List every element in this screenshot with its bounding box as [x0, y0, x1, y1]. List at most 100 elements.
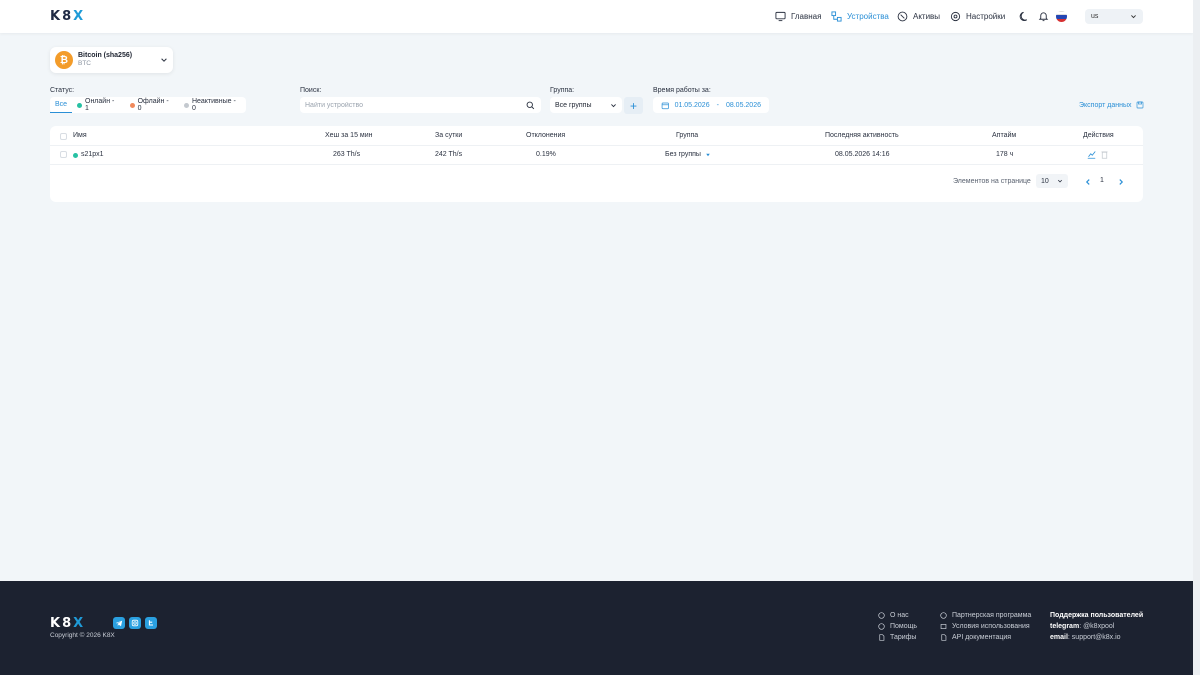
- footer-logo[interactable]: K8X: [50, 616, 85, 631]
- footer-link-tariffs[interactable]: Тарифы: [878, 634, 917, 641]
- select-all-checkbox[interactable]: [60, 133, 67, 140]
- device-rejects: 0.19%: [536, 151, 556, 158]
- info-icon: [878, 612, 885, 619]
- export-data-button[interactable]: Экспорт данных: [1079, 101, 1144, 109]
- copyright: Copyright © 2026 K8X: [50, 632, 115, 639]
- offline-dot-icon: [129, 102, 135, 108]
- page-number[interactable]: 1: [1100, 177, 1104, 184]
- instagram-icon[interactable]: [129, 617, 141, 629]
- russian-flag-icon[interactable]: [1056, 11, 1067, 22]
- column-header-hash15[interactable]: Хеш за 15 мин: [325, 132, 373, 139]
- footer-link-about[interactable]: О нас: [878, 612, 917, 619]
- search-input[interactable]: [305, 101, 520, 109]
- gear-icon: [950, 11, 961, 22]
- plus-icon: +: [629, 98, 637, 113]
- footer-link-api[interactable]: API документация: [940, 634, 1031, 641]
- support-telegram[interactable]: telegram: @k8xpool: [1050, 623, 1143, 630]
- social-links: [113, 617, 157, 629]
- device-group-value: Без группы: [665, 151, 701, 158]
- footer-links-col1: О нас Помощь Тарифы: [878, 612, 917, 641]
- device-group-select[interactable]: Без группы: [665, 151, 711, 158]
- next-page-icon[interactable]: [1117, 178, 1125, 186]
- save-icon: [1136, 101, 1143, 109]
- status-tab-inactive[interactable]: Неактивные - 0: [179, 97, 246, 113]
- device-name[interactable]: s21px1: [81, 151, 104, 158]
- footer-link-terms-label: Условия использования: [952, 623, 1030, 630]
- support-email[interactable]: email: support@k8x.io: [1050, 634, 1143, 641]
- bitcoin-glyph: ₿: [59, 54, 69, 66]
- book-icon: [940, 624, 947, 629]
- telegram-icon[interactable]: [113, 617, 125, 629]
- twitter-icon[interactable]: [145, 617, 157, 629]
- nav-assets-label: Активы: [913, 12, 941, 21]
- footer-link-help-label: Помощь: [890, 623, 918, 630]
- per-page-value: 10: [1041, 177, 1049, 185]
- column-header-rejects[interactable]: Отклонения: [526, 132, 565, 139]
- chevron-down-icon: [1131, 15, 1136, 19]
- k8x-logo[interactable]: K8X: [50, 9, 85, 24]
- group-select[interactable]: Все группы: [550, 97, 622, 113]
- footer-links-col2: Партнерская программа Условия использова…: [940, 612, 1031, 641]
- column-header-actions: Действия: [1083, 132, 1114, 139]
- prev-page-icon[interactable]: [1084, 178, 1092, 186]
- add-group-button[interactable]: +: [624, 97, 643, 114]
- logo-text: K8: [50, 9, 74, 24]
- nav-devices-label: Устройства: [847, 12, 889, 21]
- nav-settings[interactable]: Настройки: [950, 11, 1005, 22]
- page-scrollbar[interactable]: [1193, 0, 1200, 675]
- status-tab-online[interactable]: Онлайн - 1: [72, 97, 125, 113]
- top-header: K8X Главная Устройства Активы Настройки …: [0, 0, 1193, 33]
- status-tab-all-label: Все: [55, 101, 68, 108]
- nav-assets[interactable]: Активы: [897, 11, 940, 22]
- online-status-icon: [73, 153, 78, 158]
- document-icon: [879, 634, 885, 641]
- table-row[interactable]: s21px1 263 Th/s 242 Th/s 0.19% Без групп…: [50, 146, 1143, 164]
- status-filter: Все Онлайн - 1 Офлайн - 0 Неактивные - 0: [50, 97, 246, 113]
- row-checkbox[interactable]: [60, 151, 67, 158]
- coin-selector[interactable]: ₿ Bitcoin (sha256) BTC: [50, 47, 173, 73]
- status-label: Статус:: [50, 87, 75, 94]
- nav-home-label: Главная: [791, 12, 822, 21]
- divider: [50, 164, 1143, 165]
- search-icon[interactable]: [526, 101, 535, 110]
- chart-icon[interactable]: [1087, 150, 1096, 159]
- column-header-group[interactable]: Группа: [676, 132, 698, 139]
- date-range-picker[interactable]: 01.05.2026 - 08.05.2026: [653, 97, 769, 113]
- column-header-day[interactable]: За сутки: [435, 132, 462, 139]
- email-value: : support@k8x.io: [1067, 634, 1121, 641]
- footer-logo-text: K8: [50, 616, 74, 631]
- column-header-uptime[interactable]: Аптайм: [992, 132, 1016, 139]
- notifications-button[interactable]: [1038, 11, 1049, 22]
- coin-icon: [897, 11, 908, 22]
- per-page-select[interactable]: 10: [1036, 174, 1068, 188]
- column-header-name[interactable]: Имя: [73, 132, 87, 139]
- group-label: Группа:: [550, 87, 575, 94]
- footer-link-help[interactable]: Помощь: [878, 623, 917, 630]
- device-hash15: 263 Th/s: [333, 151, 361, 158]
- code-document-icon: [941, 634, 947, 641]
- coin-symbol: BTC: [78, 60, 91, 67]
- footer-link-partner[interactable]: Партнерская программа: [940, 612, 1031, 619]
- date-separator: -: [716, 101, 719, 109]
- nav-home[interactable]: Главная: [775, 11, 821, 22]
- language-select[interactable]: us: [1085, 9, 1143, 24]
- time-label: Время работы за:: [653, 87, 711, 94]
- status-tab-offline[interactable]: Офлайн - 0: [125, 97, 179, 113]
- support-block: Поддержка пользователей telegram: @k8xpo…: [1050, 612, 1143, 641]
- nav-devices[interactable]: Устройства: [831, 11, 889, 22]
- search-label: Поиск:: [300, 87, 322, 94]
- date-from: 01.05.2026: [674, 101, 710, 109]
- chevron-down-icon: [161, 58, 167, 62]
- date-to: 08.05.2026: [725, 101, 761, 109]
- devices-icon: [831, 11, 842, 22]
- column-header-last-activity[interactable]: Последняя активность: [825, 132, 899, 139]
- status-tab-offline-label: Офлайн - 0: [137, 98, 169, 112]
- devices-table: Имя Хеш за 15 мин За сутки Отклонения Гр…: [50, 126, 1143, 202]
- monitor-icon: [775, 11, 786, 22]
- footer-link-terms[interactable]: Условия использования: [940, 623, 1031, 630]
- status-tab-all[interactable]: Все: [50, 97, 73, 113]
- trash-icon[interactable]: [1100, 150, 1109, 159]
- theme-toggle-button[interactable]: [1019, 11, 1030, 22]
- coin-name: Bitcoin (sha256): [78, 52, 133, 59]
- caret-down-icon: [706, 153, 710, 156]
